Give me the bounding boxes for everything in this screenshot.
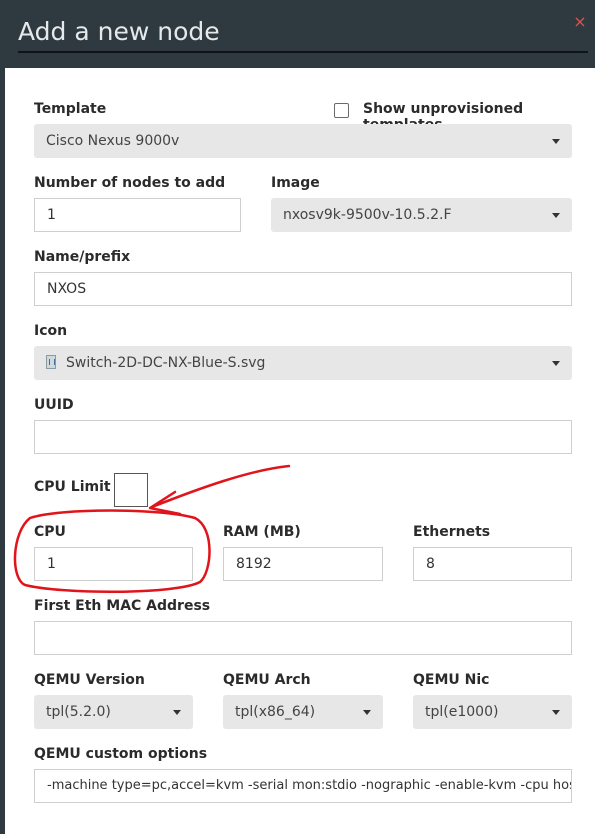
annotation-arrow [150,464,291,509]
annotation-circle [13,509,211,593]
annotation-overlay [13,464,291,593]
